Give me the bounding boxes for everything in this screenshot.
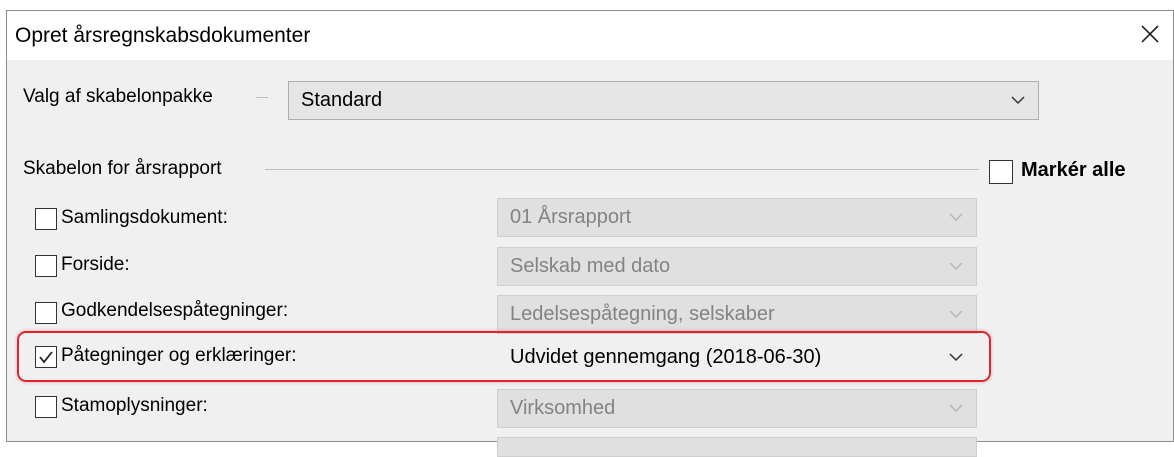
row-label: Stamoplysninger:: [61, 395, 208, 416]
row-select-forside[interactable]: Selskab med dato: [497, 247, 977, 286]
chevron-down-icon: [1011, 96, 1025, 105]
chevron-down-icon: [949, 213, 963, 222]
row-label: Samlingsdokument:: [61, 207, 228, 228]
checkmark-icon: [39, 351, 53, 364]
row-select-samlingsdokument[interactable]: 01 Årsrapport: [497, 198, 977, 237]
row-label: Godkendelsespåtegninger:: [61, 300, 289, 321]
row-select-value: Udvidet gennemgang (2018-06-30): [510, 346, 822, 368]
row-select-value: Ledelsespåtegning, selskaber: [510, 303, 775, 325]
select-all-checkbox[interactable]: [989, 160, 1013, 184]
chevron-down-icon: [949, 262, 963, 271]
row-select-value: Virksomhed: [510, 397, 616, 419]
dialog-title: Opret årsregnskabsdokumenter: [15, 24, 311, 47]
report-template-group-label: Skabelon for årsrapport: [23, 158, 222, 179]
label-dash: [256, 97, 268, 98]
chevron-down-icon: [949, 404, 963, 413]
chevron-down-icon: [949, 353, 963, 362]
row-select-paategninger[interactable]: Udvidet gennemgang (2018-06-30): [497, 338, 977, 377]
row-checkbox-samlingsdokument[interactable]: [35, 208, 57, 230]
select-all-label[interactable]: Markér alle: [1021, 159, 1126, 182]
title-bar: Opret årsregnskabsdokumenter: [7, 11, 1173, 60]
template-package-select[interactable]: Standard: [288, 81, 1039, 120]
row-label: Påtegninger og erklæringer:: [61, 345, 297, 366]
group-separator: [265, 169, 979, 170]
dialog-window: Opret årsregnskabsdokumenter Valg af ska…: [6, 10, 1174, 457]
close-icon[interactable]: [1139, 23, 1161, 45]
chevron-down-icon: [949, 310, 963, 319]
row-select-value: Selskab med dato: [510, 255, 671, 277]
row-checkbox-forside[interactable]: [35, 255, 57, 277]
template-package-label: Valg af skabelonpakke: [23, 86, 213, 107]
row-select-partial[interactable]: [497, 437, 977, 457]
row-label: Forside:: [61, 254, 130, 275]
row-select-stamoplysninger[interactable]: Virksomhed: [497, 389, 977, 428]
row-select-value: 01 Årsrapport: [510, 206, 632, 228]
row-checkbox-godkendelsespaategninger[interactable]: [35, 302, 57, 324]
row-checkbox-paategninger[interactable]: [35, 346, 57, 368]
row-select-godkendelsespaategninger[interactable]: Ledelsespåtegning, selskaber: [497, 295, 977, 334]
template-package-value: Standard: [301, 89, 383, 111]
row-checkbox-stamoplysninger[interactable]: [35, 396, 57, 418]
